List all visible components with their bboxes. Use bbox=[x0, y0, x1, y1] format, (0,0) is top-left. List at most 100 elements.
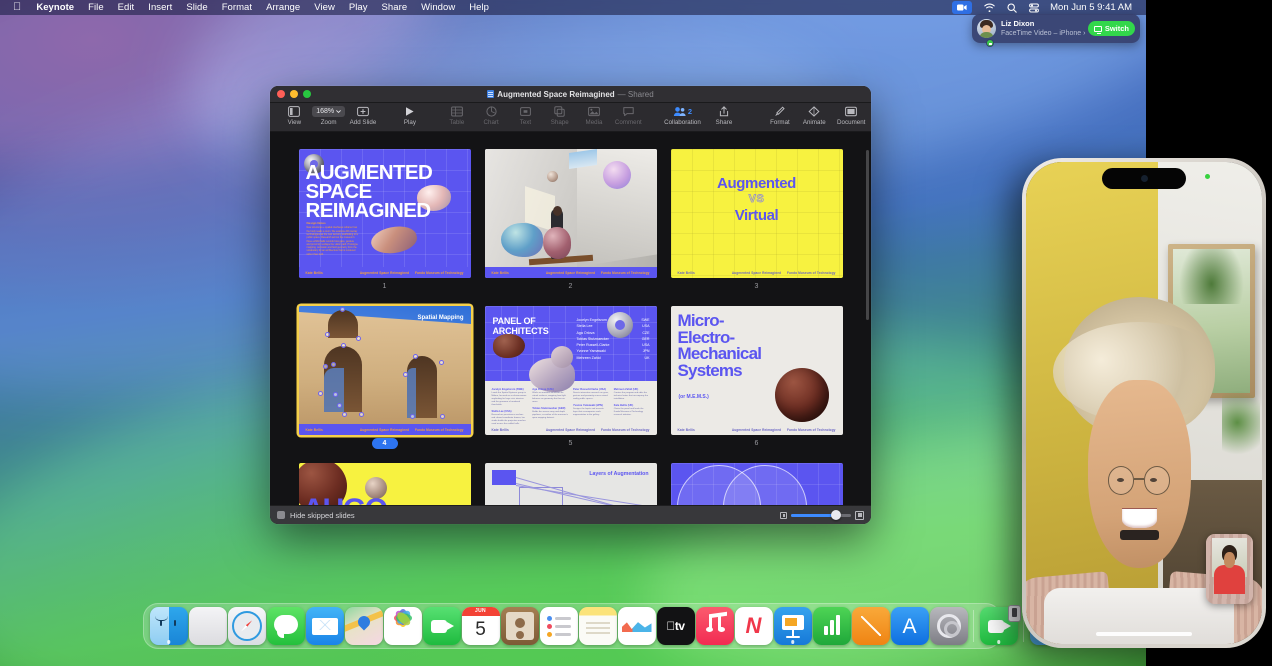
self-view-thumbnail[interactable] bbox=[1206, 534, 1253, 604]
large-thumbnail-icon[interactable] bbox=[855, 511, 864, 520]
collaboration-count: 2 bbox=[688, 107, 692, 116]
dock-item-facetime-active[interactable] bbox=[980, 607, 1018, 645]
slide-cell[interactable]: Micro- Electro- Mechanical Systems (or M… bbox=[671, 306, 843, 449]
decorative-blob bbox=[501, 223, 543, 257]
wifi-icon[interactable] bbox=[978, 0, 1001, 15]
slide-cell[interactable]: PHYSICAL AUGMENTED VIRTUAL bbox=[671, 463, 843, 505]
zoom-value-chip[interactable]: 168% bbox=[312, 106, 345, 117]
dock-item-messages[interactable] bbox=[267, 607, 305, 645]
slide-thumbnail-8[interactable]: Layers of Augmentation bbox=[485, 463, 657, 505]
dock-item-facetime[interactable] bbox=[423, 607, 461, 645]
slide-thumbnail-7[interactable]: AUGO bbox=[299, 463, 471, 505]
call-source-label[interactable]: FaceTime Video – iPhone › bbox=[1001, 29, 1088, 39]
small-thumbnail-icon[interactable] bbox=[780, 512, 787, 519]
animate-icon bbox=[808, 105, 820, 117]
slide-number: 5 bbox=[485, 438, 657, 449]
slide-thumbnail-1[interactable]: AUGMENTED SPACE REIMAGINED Design Notes … bbox=[299, 149, 471, 278]
window-title-bar[interactable]: Augmented Space Reimagined — Shared bbox=[270, 86, 871, 103]
dock-item-contacts[interactable] bbox=[501, 607, 539, 645]
menu-item-view[interactable]: View bbox=[307, 0, 342, 15]
menu-item-format[interactable]: Format bbox=[215, 0, 259, 15]
slide-thumbnail-4[interactable]: Spatial Mapping Kate Bellis Augmented Sp… bbox=[299, 306, 471, 435]
animate-button[interactable]: Animate bbox=[797, 103, 831, 126]
iphone-screen[interactable] bbox=[1026, 162, 1262, 644]
iphone-device[interactable] bbox=[1022, 158, 1266, 648]
format-button[interactable]: Format bbox=[763, 103, 797, 126]
slide-cell[interactable]: PANEL OF ARCHITECTS Jocelyn EngelsromSWE… bbox=[485, 306, 657, 449]
view-button[interactable]: View bbox=[277, 103, 311, 126]
control-center-icon[interactable] bbox=[1023, 0, 1045, 15]
menu-item-arrange[interactable]: Arrange bbox=[259, 0, 307, 15]
menu-item-edit[interactable]: Edit bbox=[111, 0, 142, 15]
chart-label: Chart bbox=[484, 119, 499, 126]
collaboration-button[interactable]: 2 Collaboration bbox=[658, 103, 707, 126]
menu-item-play[interactable]: Play bbox=[342, 0, 375, 15]
hide-skipped-slides-checkbox[interactable] bbox=[277, 511, 285, 519]
media-button[interactable]: Media bbox=[577, 103, 611, 126]
search-icon[interactable] bbox=[1001, 0, 1023, 15]
dock-item-mail[interactable] bbox=[306, 607, 344, 645]
play-button[interactable]: Play bbox=[393, 103, 427, 126]
menu-item-help[interactable]: Help bbox=[462, 0, 496, 15]
share-button[interactable]: Share bbox=[707, 103, 741, 126]
document-button[interactable]: Document bbox=[831, 103, 871, 126]
dock-item-photos[interactable] bbox=[384, 607, 422, 645]
dock-item-finder[interactable] bbox=[150, 607, 188, 645]
slide-cell[interactable]: Layers of Augmentation bbox=[485, 463, 657, 505]
slide-thumbnail-2[interactable]: Kate Bellis Augmented Space Reimagined F… bbox=[485, 149, 657, 278]
menu-item-insert[interactable]: Insert bbox=[141, 0, 179, 15]
dock-item-calendar[interactable]: JUN 5 bbox=[462, 607, 500, 645]
facetime-notification[interactable]: Liz Dixon FaceTime Video – iPhone › Swit… bbox=[972, 14, 1140, 43]
slide-cell[interactable]: Augmented VS Virtual Kate Bellis Augment… bbox=[671, 149, 843, 292]
dock-item-stocks[interactable] bbox=[618, 607, 656, 645]
slide-cell-selected[interactable]: Spatial Mapping Kate Bellis Augmented Sp… bbox=[299, 306, 471, 449]
dock-item-launchpad[interactable] bbox=[189, 607, 227, 645]
menu-item-window[interactable]: Window bbox=[414, 0, 462, 15]
slide-navigator[interactable]: AUGMENTED SPACE REIMAGINED Design Notes … bbox=[270, 132, 871, 505]
dock-item-settings[interactable] bbox=[930, 607, 968, 645]
dock-item-keynote[interactable] bbox=[774, 607, 812, 645]
dock-item-numbers[interactable] bbox=[813, 607, 851, 645]
dock-item-news[interactable]: N bbox=[735, 607, 773, 645]
slide-thumbnail-9[interactable]: PHYSICAL AUGMENTED VIRTUAL bbox=[671, 463, 843, 505]
table-label: Table bbox=[449, 119, 464, 126]
dock-item-maps[interactable] bbox=[345, 607, 383, 645]
add-slide-button[interactable]: Add Slide bbox=[346, 103, 380, 126]
dock-item-pages[interactable] bbox=[852, 607, 890, 645]
slide-thumbnail-5[interactable]: PANEL OF ARCHITECTS Jocelyn EngelsromSWE… bbox=[485, 306, 657, 435]
table-button[interactable]: Table bbox=[440, 103, 474, 126]
zoom-slider-control[interactable] bbox=[780, 511, 864, 520]
apple-logo-icon[interactable]:  bbox=[6, 0, 29, 15]
document-label: Document bbox=[837, 119, 865, 126]
slide-cell[interactable]: Kate Bellis Augmented Space Reimagined F… bbox=[485, 149, 657, 292]
menu-item-share[interactable]: Share bbox=[375, 0, 415, 15]
text-button[interactable]: Text bbox=[508, 103, 542, 126]
slide-cell[interactable]: AUGO bbox=[299, 463, 471, 505]
menu-item-keynote[interactable]: Keynote bbox=[29, 0, 81, 15]
menu-item-slide[interactable]: Slide bbox=[179, 0, 214, 15]
shape-button[interactable]: Shape bbox=[543, 103, 577, 126]
dock-item-reminders[interactable] bbox=[540, 607, 578, 645]
chart-button[interactable]: Chart bbox=[474, 103, 508, 126]
menu-item-file[interactable]: File bbox=[81, 0, 111, 15]
dock-item-appletv[interactable]: tv bbox=[657, 607, 695, 645]
comment-button[interactable]: Comment bbox=[611, 103, 645, 126]
keynote-window[interactable]: Augmented Space Reimagined — Shared View… bbox=[270, 86, 871, 524]
switch-button[interactable]: Switch bbox=[1088, 21, 1135, 36]
menu-bar-clock[interactable]: Mon Jun 5 9:41 AM bbox=[1045, 2, 1140, 13]
dock-item-music[interactable] bbox=[696, 607, 734, 645]
dock-item-notes[interactable] bbox=[579, 607, 617, 645]
video-icon[interactable] bbox=[946, 0, 978, 15]
dock[interactable]: JUN 5 tv N A bbox=[143, 603, 1001, 649]
zoom-control[interactable]: 168% Zoom bbox=[312, 103, 346, 126]
slide-thumbnail-6[interactable]: Micro- Electro- Mechanical Systems (or M… bbox=[671, 306, 843, 435]
dock-item-safari[interactable] bbox=[228, 607, 266, 645]
zoom-slider[interactable] bbox=[791, 514, 851, 517]
home-indicator[interactable] bbox=[1096, 632, 1192, 636]
zoom-slider-handle[interactable] bbox=[831, 510, 841, 520]
dock-item-appstore[interactable]: A bbox=[891, 607, 929, 645]
slide-thumbnail-3[interactable]: Augmented VS Virtual Kate Bellis Augment… bbox=[671, 149, 843, 278]
table-icon bbox=[451, 105, 463, 117]
scrollbar[interactable] bbox=[866, 150, 869, 320]
slide-cell[interactable]: AUGMENTED SPACE REIMAGINED Design Notes … bbox=[299, 149, 471, 292]
